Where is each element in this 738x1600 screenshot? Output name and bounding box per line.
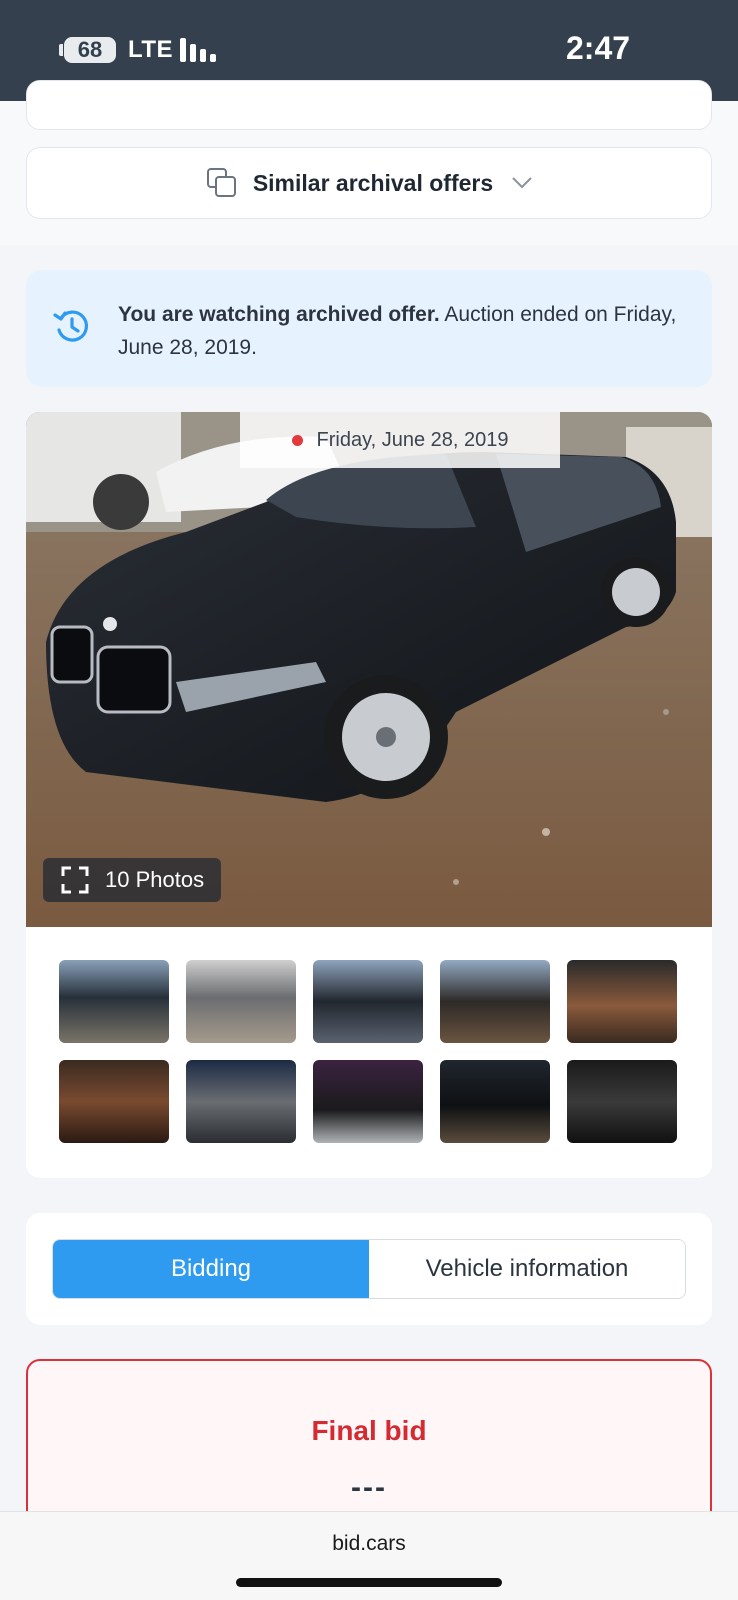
sales-history-button[interactable]	[26, 80, 712, 130]
tab-vehicle-information[interactable]: Vehicle information	[369, 1240, 685, 1298]
tabs-card: Bidding Vehicle information	[26, 1213, 712, 1325]
archived-notice: You are watching archived offer. Auction…	[26, 270, 712, 387]
photos-count-button[interactable]: 10 Photos	[43, 858, 221, 902]
car-photo	[26, 412, 712, 927]
thumbnail-2[interactable]	[186, 960, 296, 1043]
thumbnail-3[interactable]	[313, 960, 423, 1043]
thumbnail-1[interactable]	[59, 960, 169, 1043]
thumbnail-4[interactable]	[440, 960, 550, 1043]
tab-bar: Bidding Vehicle information	[52, 1239, 686, 1299]
final-bid-value: ---	[351, 1471, 387, 1504]
auction-date-chip: Friday, June 28, 2019	[240, 412, 560, 468]
thumbnail-9[interactable]	[440, 1060, 550, 1143]
auction-date: Friday, June 28, 2019	[316, 428, 509, 451]
network-type: LTE	[128, 36, 174, 63]
fullscreen-icon	[61, 866, 89, 894]
date-dot	[291, 434, 303, 446]
url-text[interactable]: bid.cars	[0, 1532, 738, 1556]
history-icon	[53, 310, 89, 342]
copy-icon	[206, 168, 236, 197]
notice-bold: You are watching archived offer.	[118, 303, 440, 326]
battery-indicator: 68	[64, 37, 116, 63]
final-bid-title: Final bid	[311, 1415, 427, 1446]
photo-gallery: Friday, June 28, 2019 10 Photos	[26, 412, 712, 1178]
main-photo[interactable]: Friday, June 28, 2019 10 Photos	[26, 412, 712, 927]
notice-text: You are watching archived offer. Auction…	[118, 298, 678, 364]
similar-offers-label: Similar archival offers	[252, 169, 494, 196]
tab-bidding[interactable]: Bidding	[53, 1240, 369, 1298]
thumbnail-6[interactable]	[59, 1060, 169, 1143]
photos-count-label: 10 Photos	[105, 867, 205, 892]
signal-icon	[180, 38, 222, 62]
clock: 2:47	[566, 30, 631, 66]
thumbnail-7[interactable]	[186, 1060, 296, 1143]
similar-offers-button[interactable]: Similar archival offers	[26, 147, 712, 219]
chevron-down-icon	[512, 177, 532, 189]
thumbnail-5[interactable]	[567, 960, 677, 1043]
battery-nub	[59, 44, 63, 56]
home-indicator[interactable]	[236, 1578, 502, 1587]
thumbnail-8[interactable]	[313, 1060, 423, 1143]
thumbnail-10[interactable]	[567, 1060, 677, 1143]
browser-address-bar[interactable]: bid.cars	[0, 1511, 738, 1600]
